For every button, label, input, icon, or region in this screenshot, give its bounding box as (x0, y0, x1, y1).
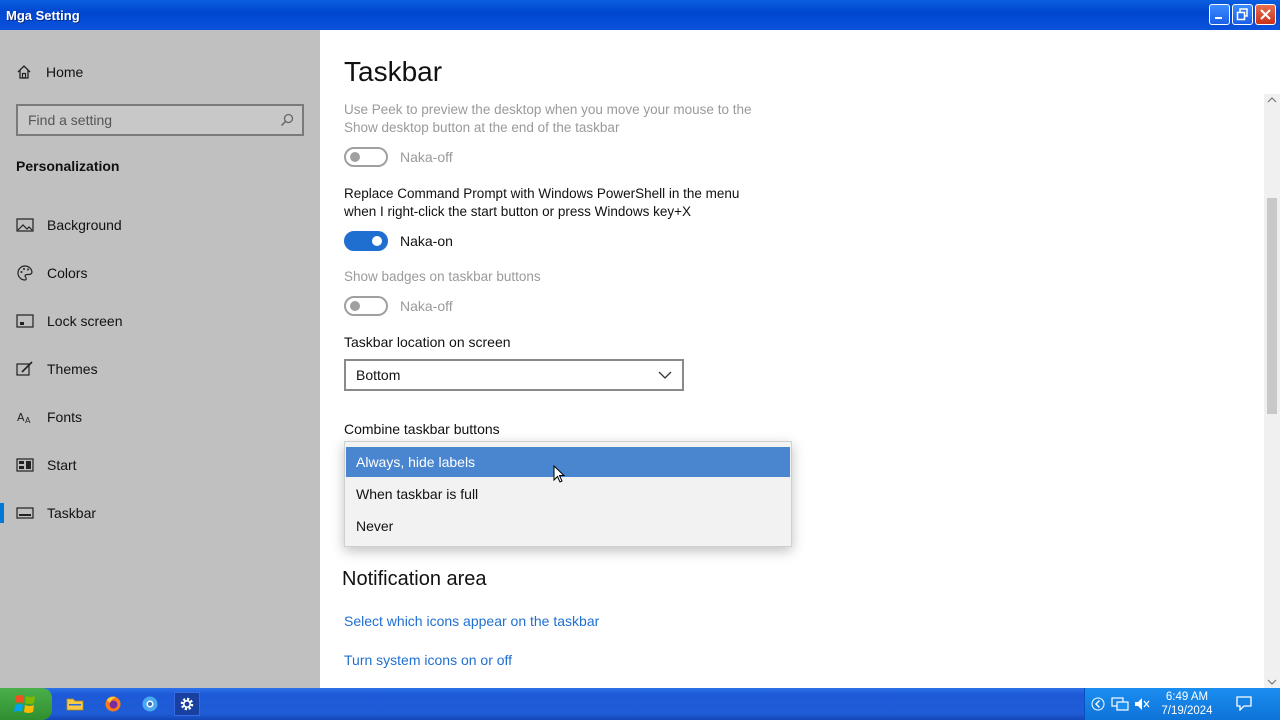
sidebar-item-colors[interactable]: Colors (0, 253, 320, 293)
start-icon (16, 458, 34, 472)
show-hidden-icons-icon[interactable] (1091, 696, 1105, 712)
combine-option-when-full[interactable]: When taskbar is full (346, 479, 790, 509)
browser-button[interactable] (137, 692, 163, 716)
peek-description-line1: Use Peek to preview the desktop when you… (344, 102, 752, 117)
lock-screen-icon (16, 314, 34, 328)
sidebar-item-themes[interactable]: Themes (0, 349, 320, 389)
badges-toggle[interactable] (344, 296, 388, 316)
scroll-down-icon[interactable] (1267, 678, 1277, 686)
mouse-cursor-icon (553, 465, 566, 483)
firefox-button[interactable] (100, 692, 126, 716)
close-button[interactable] (1255, 4, 1276, 25)
toggle-knob (372, 236, 382, 246)
sidebar-item-background[interactable]: Background (0, 205, 320, 245)
browser-icon (142, 696, 158, 712)
volume-muted-icon[interactable] (1133, 696, 1151, 712)
sidebar-item-label: Start (47, 457, 77, 473)
search-box[interactable]: Find a setting (16, 104, 304, 136)
notification-area-heading: Notification area (342, 568, 487, 590)
main-content: Taskbar Use Peek to preview the desktop … (320, 30, 1264, 688)
taskbar: 6:49 AM 7/19/2024 (0, 688, 1280, 720)
minimize-button[interactable] (1209, 4, 1230, 25)
system-tray: 6:49 AM 7/19/2024 (1084, 688, 1280, 720)
combine-option-always[interactable]: Always, hide labels (346, 447, 790, 477)
gear-icon (180, 697, 194, 711)
sidebar-item-home[interactable]: Home (16, 64, 83, 80)
sidebar-item-start[interactable]: Start (0, 445, 320, 485)
sidebar-item-fonts[interactable]: AA Fonts (0, 397, 320, 437)
search-input[interactable]: Find a setting (28, 112, 280, 128)
window-controls (1209, 4, 1276, 25)
badges-toggle-label: Naka-off (400, 298, 453, 314)
restore-icon (1236, 8, 1248, 21)
sidebar-item-label: Fonts (47, 409, 83, 425)
sidebar-item-label: Lock screen (47, 313, 123, 329)
windows-logo-icon (14, 695, 35, 713)
minimize-icon (1215, 17, 1222, 19)
search-icon[interactable] (280, 113, 294, 127)
title-bar: Mga Setting (0, 0, 1280, 30)
taskbar-icon (16, 507, 34, 519)
brush-icon (16, 361, 34, 377)
network-icon[interactable] (1111, 696, 1129, 712)
toggle-knob (350, 152, 360, 162)
sidebar-item-label: Colors (47, 265, 88, 281)
sidebar-item-label: Taskbar (47, 505, 97, 521)
powershell-description: Replace Command Prompt with Windows Powe… (344, 185, 739, 221)
folder-icon (66, 698, 84, 711)
svg-text:A: A (17, 411, 25, 424)
system-icons-link[interactable]: Turn system icons on or off (344, 652, 512, 668)
start-button[interactable] (0, 688, 52, 720)
powershell-description-line2: when I right-click the start button or p… (344, 204, 692, 219)
sidebar-item-lock-screen[interactable]: Lock screen (0, 301, 320, 341)
section-title: Personalization (16, 158, 120, 174)
window-title: Mga Setting (6, 7, 80, 23)
peek-description: Use Peek to preview the desktop when you… (344, 101, 751, 137)
chevron-down-icon (658, 371, 672, 379)
combine-dropdown: Always, hide labels When taskbar is full… (344, 441, 792, 547)
peek-description-line2: Show desktop button at the end of the ta… (344, 120, 620, 135)
toggle-knob (350, 301, 360, 311)
notification-icon[interactable] (1235, 695, 1253, 711)
home-label: Home (46, 64, 84, 80)
powershell-description-line1: Replace Command Prompt with Windows Powe… (344, 186, 740, 201)
page-title: Taskbar (344, 56, 443, 87)
palette-icon (16, 264, 34, 282)
clock-date: 7/19/2024 (1161, 705, 1213, 717)
vertical-scrollbar[interactable] (1264, 94, 1280, 688)
sidebar-item-label: Themes (47, 361, 98, 377)
badges-description: Show badges on taskbar buttons (344, 269, 541, 284)
location-value: Bottom (356, 367, 401, 383)
combine-label: Combine taskbar buttons (344, 421, 500, 437)
scroll-up-icon[interactable] (1267, 96, 1277, 104)
picture-icon (16, 218, 34, 232)
combine-option-never[interactable]: Never (346, 511, 790, 541)
file-explorer-button[interactable] (62, 692, 88, 716)
sidebar-item-label: Background (47, 217, 122, 233)
sidebar: Home Find a setting Personalization Back… (0, 30, 320, 688)
scrollbar-thumb[interactable] (1267, 198, 1277, 414)
settings-button[interactable] (174, 692, 200, 716)
clock[interactable]: 6:49 AM 7/19/2024 (1157, 690, 1217, 718)
location-label: Taskbar location on screen (344, 334, 511, 350)
powershell-toggle-label: Naka-on (400, 233, 453, 249)
peek-toggle[interactable] (344, 147, 388, 167)
close-icon (1260, 9, 1271, 20)
peek-toggle-label: Naka-off (400, 149, 453, 165)
location-select[interactable]: Bottom (344, 359, 684, 391)
select-icons-link[interactable]: Select which icons appear on the taskbar (344, 613, 599, 629)
firefox-icon (105, 696, 121, 712)
powershell-toggle[interactable] (344, 231, 388, 251)
maximize-button[interactable] (1232, 4, 1253, 25)
font-icon: AA (16, 409, 34, 425)
sidebar-item-taskbar[interactable]: Taskbar (0, 493, 320, 533)
clock-time: 6:49 AM (1165, 691, 1209, 703)
svg-text:A: A (25, 416, 31, 425)
home-icon (17, 65, 31, 79)
